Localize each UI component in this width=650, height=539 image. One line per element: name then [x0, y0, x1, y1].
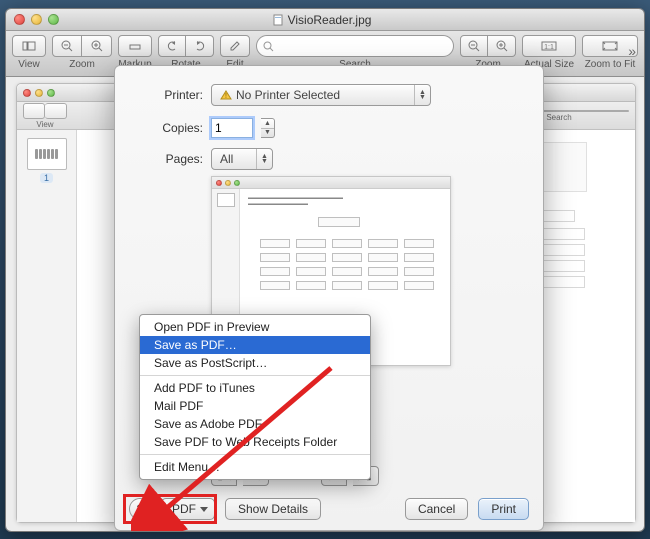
window-titlebar[interactable]: VisioReader.jpg: [6, 9, 644, 31]
printer-label: Printer:: [133, 88, 203, 102]
chevron-down-icon[interactable]: ▼: [261, 129, 274, 138]
menu-open-preview[interactable]: Open PDF in Preview: [140, 318, 370, 336]
help-button[interactable]: ?: [129, 498, 151, 520]
toolbar-label: Zoom: [69, 59, 95, 70]
minimize-icon[interactable]: [35, 89, 43, 97]
view-button[interactable]: [12, 35, 46, 57]
pages-label: Pages:: [133, 152, 203, 166]
warning-icon: !: [220, 90, 232, 100]
chevron-down-icon: [200, 507, 208, 512]
zoom-out-button[interactable]: [52, 35, 82, 57]
menu-save-receipts[interactable]: Save PDF to Web Receipts Folder: [140, 433, 370, 451]
zoom-icon[interactable]: [47, 89, 55, 97]
rotate-left-button[interactable]: [158, 35, 186, 57]
close-icon[interactable]: [23, 89, 31, 97]
zoom-icon: [234, 180, 240, 186]
zoom-icon[interactable]: [48, 14, 59, 25]
menu-edit-menu[interactable]: Edit Menu…: [140, 458, 370, 476]
svg-text:1:1: 1:1: [544, 44, 554, 51]
content-area: View Search 1: [6, 77, 644, 531]
window-title: VisioReader.jpg: [59, 13, 584, 27]
actual-size-button[interactable]: 1:1: [522, 35, 576, 57]
chevron-updown-icon: ▲▼: [256, 149, 272, 169]
cancel-button[interactable]: Cancel: [405, 498, 468, 520]
pages-value: All: [220, 152, 233, 166]
printer-value: No Printer Selected: [236, 88, 340, 102]
print-button[interactable]: Print: [478, 498, 529, 520]
svg-text:!: !: [225, 93, 227, 100]
close-icon: [216, 180, 222, 186]
show-details-button[interactable]: Show Details: [225, 498, 321, 520]
zoom-in-2-button[interactable]: [488, 35, 516, 57]
edit-button[interactable]: [220, 35, 250, 57]
pdf-label: PDF: [172, 502, 196, 516]
pdf-menu-button[interactable]: PDF: [161, 498, 215, 520]
preview-app-window: VisioReader.jpg View Zoom Markup Rotate: [5, 8, 645, 532]
copies-stepper[interactable]: ▲▼: [261, 118, 275, 138]
menu-save-as-pdf[interactable]: Save as PDF…: [140, 336, 370, 354]
dialog-button-row: ? PDF Show Details Cancel Print: [115, 498, 543, 520]
traffic-lights: [6, 14, 59, 25]
search-input[interactable]: [256, 35, 454, 57]
page-badge: 1: [40, 173, 53, 183]
toolbar-label: View: [18, 59, 40, 70]
document-icon: [272, 14, 284, 26]
copies-input[interactable]: [211, 118, 253, 138]
rotate-right-button[interactable]: [186, 35, 214, 57]
menu-save-adobe[interactable]: Save as Adobe PDF: [140, 415, 370, 433]
search-icon: [263, 41, 274, 52]
zoom-in-button[interactable]: [82, 35, 112, 57]
chevron-right-icon[interactable]: »: [628, 43, 636, 59]
markup-button[interactable]: [118, 35, 152, 57]
pdf-dropdown-menu: Open PDF in Preview Save as PDF… Save as…: [139, 314, 371, 480]
preview-titlebar: [212, 177, 450, 189]
viewer-view-1[interactable]: [23, 103, 45, 119]
menu-add-itunes[interactable]: Add PDF to iTunes: [140, 379, 370, 397]
chevron-updown-icon: ▲▼: [414, 85, 430, 105]
chevron-up-icon[interactable]: ▲: [261, 119, 274, 129]
viewer-sidebar: 1: [17, 130, 77, 522]
close-icon[interactable]: [14, 14, 25, 25]
viewer-view-2[interactable]: [45, 103, 67, 119]
zoom-out-2-button[interactable]: [460, 35, 488, 57]
toolbar-label: Zoom to Fit: [585, 59, 636, 70]
minimize-icon: [225, 180, 231, 186]
thumbnail[interactable]: [27, 138, 67, 170]
viewer-search-label: Search: [546, 113, 571, 122]
minimize-icon[interactable]: [31, 14, 42, 25]
pages-select[interactable]: All ▲▼: [211, 148, 273, 170]
menu-mail-pdf[interactable]: Mail PDF: [140, 397, 370, 415]
window-title-text: VisioReader.jpg: [288, 13, 372, 27]
viewer-view-label: View: [36, 120, 53, 129]
printer-select[interactable]: ! No Printer Selected ▲▼: [211, 84, 431, 106]
menu-save-as-postscript[interactable]: Save as PostScript…: [140, 354, 370, 372]
copies-label: Copies:: [133, 121, 203, 135]
